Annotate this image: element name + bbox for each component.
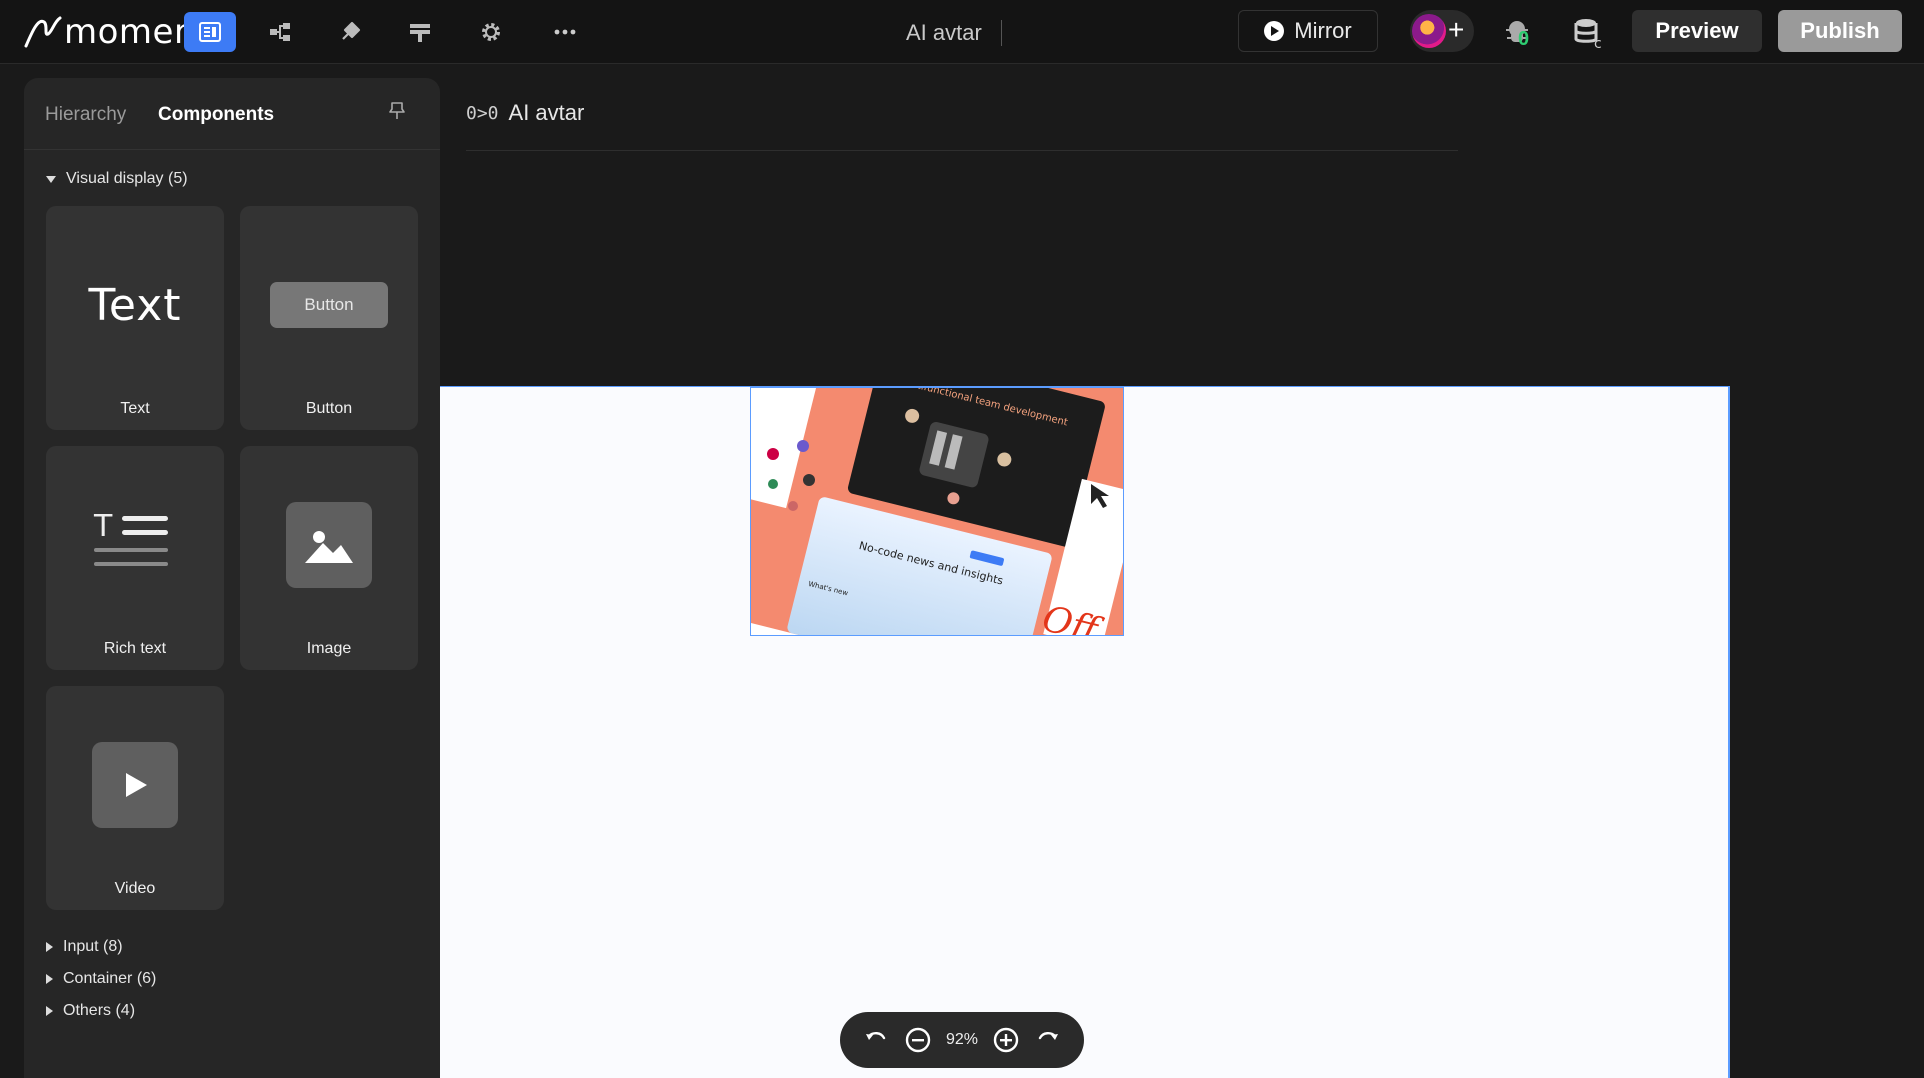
section-visual-display[interactable]: Visual display (5) (46, 170, 188, 188)
zoom-in-icon (994, 1027, 1019, 1053)
video-play-icon (92, 742, 178, 828)
sidebar-tabs: Hierarchy Components (24, 78, 440, 150)
component-label: Text (120, 400, 150, 417)
undo-button[interactable] (861, 1026, 889, 1054)
component-video[interactable]: Video (46, 686, 224, 910)
canvas-page-header[interactable]: 0>0 AI avtar (466, 100, 584, 126)
avatar[interactable] (1412, 14, 1446, 48)
component-label: Image (306, 640, 352, 657)
publish-button[interactable]: Publish (1778, 10, 1902, 52)
svg-text:T: T (93, 512, 113, 544)
component-label: Video (114, 880, 156, 897)
play-icon (1264, 21, 1285, 41)
zoom-out-icon (905, 1027, 930, 1053)
tab-components[interactable]: Components (158, 104, 274, 126)
section-label: Container (6) (63, 970, 157, 987)
top-bar: momen AI avtar Mirror + 0 c Preview Publ… (0, 0, 1924, 64)
image-icon (286, 502, 372, 588)
preview-button[interactable]: Preview (1632, 10, 1762, 52)
selected-image-component[interactable]: Multifunctional team development No-code… (750, 387, 1124, 636)
button-preview: Button (270, 282, 388, 328)
section-input[interactable]: Input (8) (46, 938, 123, 956)
brand-wave-icon (24, 16, 62, 48)
redo-icon (1038, 1032, 1058, 1040)
chevron-right-icon (46, 974, 53, 984)
plug-icon (342, 21, 361, 40)
database-icon[interactable]: c (1570, 14, 1610, 54)
brand-logo[interactable]: momen (22, 10, 196, 54)
divider (466, 150, 1458, 151)
project-title[interactable]: AI avtar (906, 20, 982, 46)
section-label: Others (4) (63, 1002, 136, 1019)
stack-icon (410, 24, 430, 42)
section-others[interactable]: Others (4) (46, 1002, 135, 1020)
component-image[interactable]: Image (240, 446, 418, 670)
more-button[interactable] (539, 12, 591, 52)
zoom-toolbar: 92% (840, 1012, 1084, 1068)
debug-count-badge: 0 (1518, 28, 1530, 50)
component-label: Button (305, 400, 353, 417)
text-preview: Text (88, 280, 182, 331)
settings-button[interactable] (465, 12, 517, 52)
tab-hierarchy[interactable]: Hierarchy (45, 104, 126, 126)
section-container[interactable]: Container (6) (46, 970, 156, 988)
image-content: Multifunctional team development No-code… (751, 388, 1123, 635)
data-model-button[interactable] (394, 12, 446, 52)
component-text[interactable]: Text Text (46, 206, 224, 430)
undo-icon (866, 1032, 886, 1040)
zoom-out-button[interactable] (904, 1026, 932, 1054)
rich-text-icon: T (93, 512, 168, 566)
pages-view-button[interactable] (184, 12, 236, 52)
section-label: Visual display (5) (66, 170, 188, 187)
chevron-right-icon (46, 942, 53, 952)
component-button[interactable]: Button Button (240, 206, 418, 430)
svg-text:c: c (1594, 36, 1602, 52)
page-icon: 0>0 (466, 102, 499, 124)
collaborators[interactable]: + (1410, 10, 1474, 52)
chevron-right-icon (46, 1006, 53, 1016)
components-sidebar: Hierarchy Components Visual display (5) … (24, 78, 440, 1078)
component-rich-text[interactable]: T Rich text (46, 446, 224, 670)
mirror-button[interactable]: Mirror (1238, 10, 1378, 52)
page-title: AI avtar (508, 100, 585, 125)
plugin-button[interactable] (324, 12, 376, 52)
title-divider (1001, 20, 1002, 46)
pin-icon[interactable] (386, 100, 408, 122)
section-label: Input (8) (63, 938, 123, 955)
zoom-level[interactable]: 92% (946, 1031, 978, 1049)
mirror-label: Mirror (1294, 18, 1352, 43)
more-icon (554, 29, 576, 35)
component-label: Rich text (103, 640, 167, 657)
add-collaborator-icon[interactable]: + (1448, 16, 1464, 44)
chevron-down-icon (46, 175, 56, 183)
redo-button[interactable] (1035, 1026, 1063, 1054)
zoom-in-button[interactable] (992, 1026, 1020, 1054)
brand-name: momen (64, 12, 197, 52)
tree-view-button[interactable] (254, 12, 306, 52)
layout-icon (199, 22, 221, 42)
gear-icon (482, 23, 500, 41)
tree-icon (270, 23, 290, 41)
